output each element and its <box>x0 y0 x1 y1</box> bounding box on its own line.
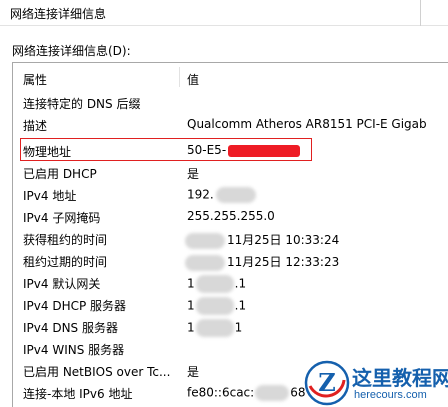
gateway-end: .1 <box>234 276 247 291</box>
row-value: 11月25日 12:33:23 <box>185 253 339 271</box>
row-value: 1.1 <box>187 275 246 293</box>
table-row[interactable]: 已启用 DHCP 是 <box>13 161 448 183</box>
table-row[interactable]: IPv4 默认网关 1.1 <box>13 271 448 293</box>
table-row[interactable]: IPv4 子网掩码 255.255.255.0 <box>13 205 448 227</box>
blur-mark <box>255 385 290 401</box>
row-property: IPv4 DNS 服务器 <box>23 321 118 335</box>
table-row[interactable]: IPv4 DNS 服务器 11 <box>13 315 448 337</box>
dns-server-start: 1 <box>187 320 195 335</box>
blur-mark <box>185 254 225 271</box>
details-section-label: 网络连接详细信息(D): <box>12 44 131 58</box>
window-titlebar: 网络连接详细信息 <box>0 0 448 26</box>
row-property: 获得租约的时间 <box>23 233 108 247</box>
row-value: 是 <box>187 167 200 181</box>
z-logo-icon: Z <box>304 360 350 406</box>
row-value: 是 <box>187 365 200 379</box>
table-row[interactable]: 租约过期的时间 11月25日 12:33:23 <box>13 249 448 271</box>
watermark-url: herecours.com <box>354 389 427 401</box>
column-divider[interactable] <box>179 67 180 87</box>
row-property: 连接特定的 DNS 后缀 <box>23 97 141 111</box>
table-row[interactable]: 连接特定的 DNS 后缀 <box>13 91 448 113</box>
window-title: 网络连接详细信息 <box>10 7 107 21</box>
table-row[interactable]: 获得租约的时间 11月25日 10:33:24 <box>13 227 448 249</box>
lease-obtained: 11月25日 10:33:24 <box>227 233 340 247</box>
ipv6-start: fe80::6cac: <box>187 385 255 400</box>
table-row[interactable]: 描述 Qualcomm Atheros AR8151 PCI-E Gigab <box>13 113 448 135</box>
row-property: 租约过期的时间 <box>23 255 108 269</box>
blur-mark <box>215 187 256 203</box>
row-value: 1.1 <box>187 297 246 315</box>
row-property: IPv4 DHCP 服务器 <box>23 299 127 313</box>
row-property: IPv4 地址 <box>23 189 77 203</box>
row-value: 192. <box>187 187 256 203</box>
row-property: 描述 <box>23 119 48 133</box>
row-value: 255.255.255.0 <box>187 209 275 223</box>
column-header-property[interactable]: 属性 <box>23 71 47 88</box>
row-property: 连接-本地 IPv6 地址 <box>23 387 133 401</box>
table-row[interactable]: IPv4 地址 192. <box>13 183 448 205</box>
titlebar-divider <box>420 0 421 26</box>
dns-server-end: 1 <box>234 320 243 335</box>
dhcp-server-end: .1 <box>234 298 247 313</box>
row-value: 11月25日 10:33:24 <box>185 231 339 249</box>
lease-expires: 11月25日 12:33:23 <box>227 255 340 269</box>
row-property: 已启用 DHCP <box>23 167 97 181</box>
ipv4-prefix: 192. <box>187 187 214 202</box>
list-header: 属性 值 <box>13 63 448 91</box>
row-value: Qualcomm Atheros AR8151 PCI-E Gigab <box>187 117 427 131</box>
row-value: fe80::6cac: 68 <box>187 385 305 401</box>
physical-address-highlight <box>20 138 312 161</box>
details-list[interactable]: 属性 值 连接特定的 DNS 后缀 描述 Qualcomm Atheros AR… <box>12 62 448 407</box>
watermark-name: 这里教程网 <box>352 366 448 390</box>
blur-mark <box>195 319 234 337</box>
dhcp-server-start: 1 <box>187 298 195 313</box>
table-row[interactable]: IPv4 WINS 服务器 <box>13 337 448 359</box>
table-row[interactable]: IPv4 DHCP 服务器 1.1 <box>13 293 448 315</box>
svg-text:Z: Z <box>318 368 336 397</box>
row-property: IPv4 子网掩码 <box>23 211 101 225</box>
row-property: 已启用 NetBIOS over Tc... <box>23 365 171 379</box>
row-property: IPv4 默认网关 <box>23 277 101 291</box>
blur-mark <box>185 232 225 249</box>
blur-mark <box>195 297 234 315</box>
column-header-value[interactable]: 值 <box>187 71 199 88</box>
row-value: 11 <box>187 319 242 337</box>
site-watermark: Z 这里教程网 herecours.com <box>304 360 448 407</box>
row-property: IPv4 WINS 服务器 <box>23 343 125 357</box>
blur-mark <box>195 275 234 293</box>
gateway-start: 1 <box>187 276 195 291</box>
